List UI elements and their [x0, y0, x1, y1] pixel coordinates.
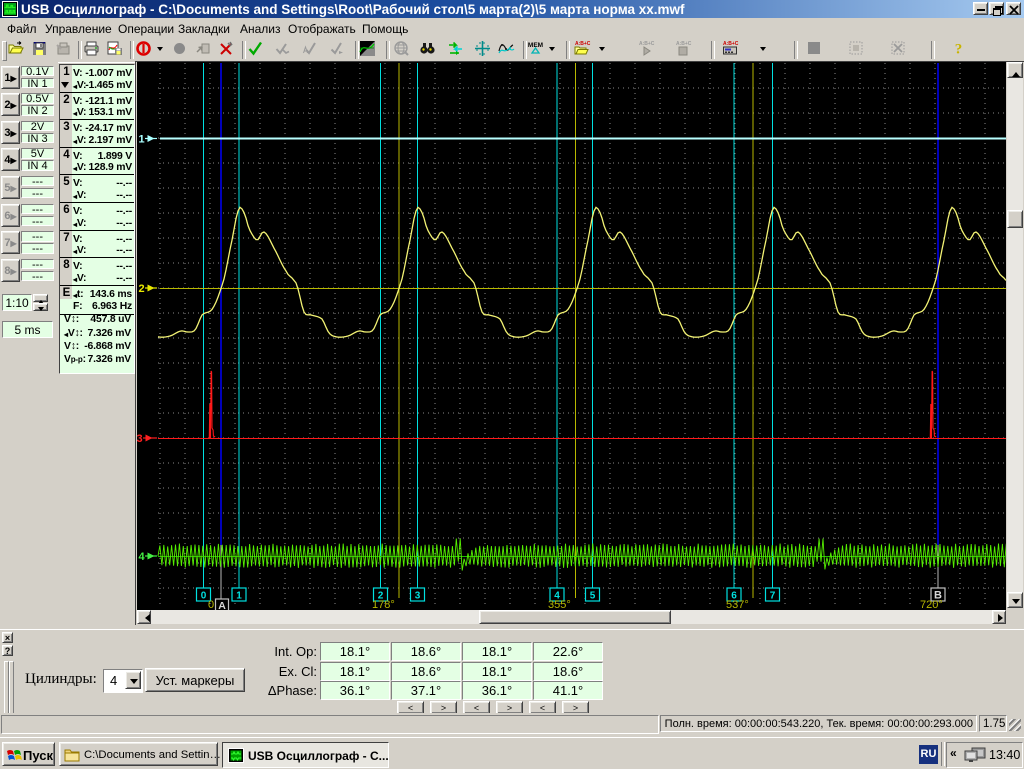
svg-text:5: 5: [590, 591, 596, 602]
svg-text:A:B+C: A:B+C: [676, 41, 692, 47]
svg-text:A:B+C: A:B+C: [639, 41, 655, 47]
svg-text:0: 0: [201, 591, 207, 602]
svg-text:7: 7: [770, 591, 776, 602]
svg-text:4: 4: [139, 551, 146, 563]
svg-text:A:B+C: A:B+C: [575, 41, 591, 47]
svg-text:1: 1: [236, 591, 242, 602]
svg-text:1: 1: [139, 134, 145, 146]
svg-text:3: 3: [415, 591, 421, 602]
svg-text:A:B+C: A:B+C: [723, 41, 739, 47]
svg-text:3: 3: [137, 433, 143, 445]
svg-text:?: ?: [955, 42, 963, 58]
svg-text:2: 2: [139, 283, 145, 295]
